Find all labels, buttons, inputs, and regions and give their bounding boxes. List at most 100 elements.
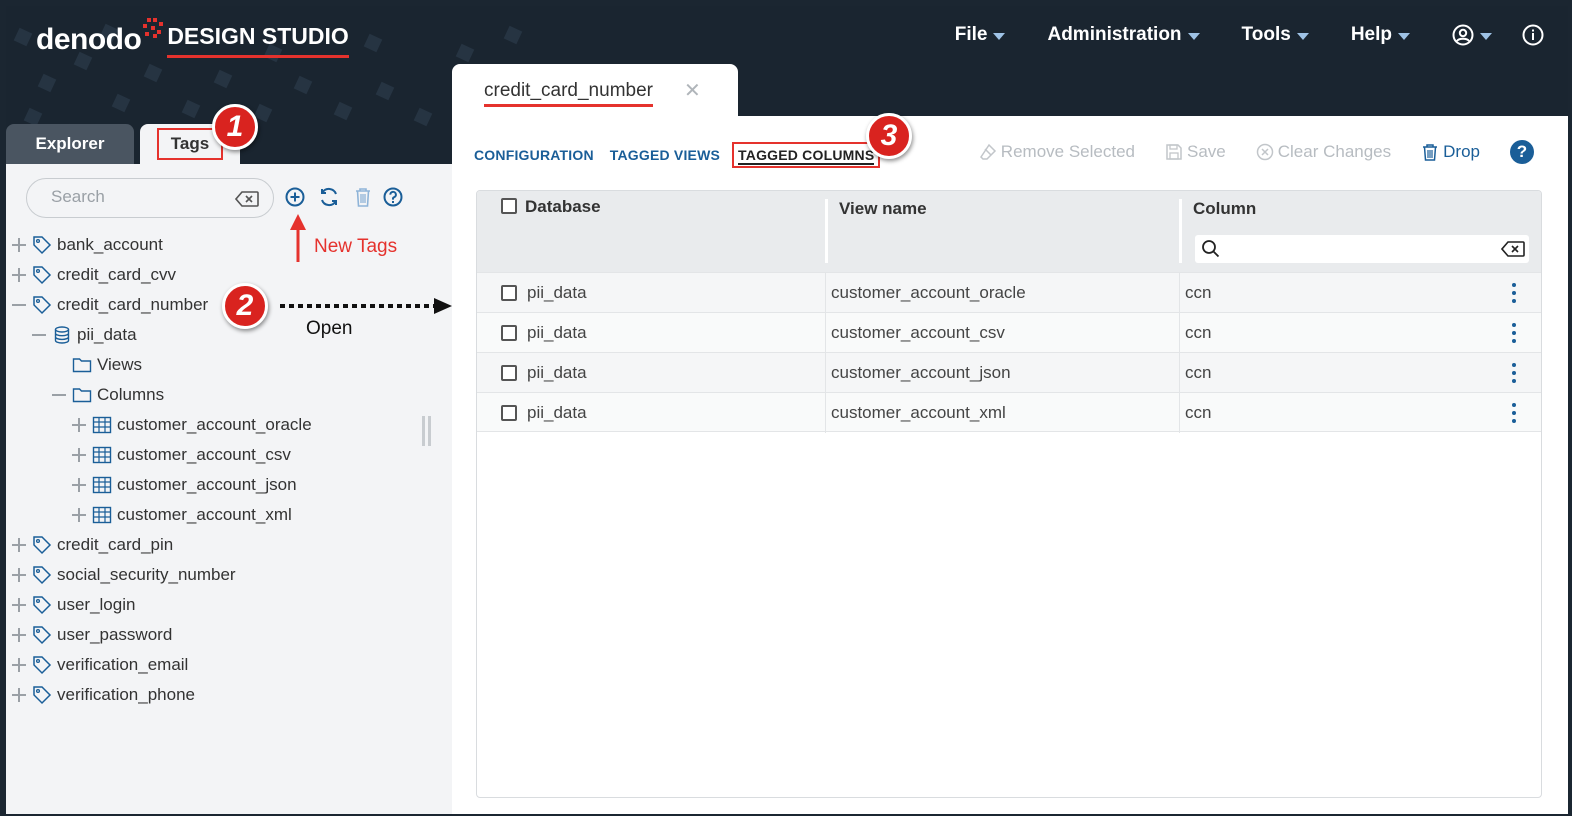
table-row[interactable]: pii_data customer_account_csv ccn (477, 312, 1541, 353)
add-tag-icon[interactable] (284, 186, 306, 208)
tree-item-user-login[interactable]: user_login (12, 590, 135, 620)
column-divider[interactable] (1179, 199, 1182, 263)
row-menu-icon[interactable] (1511, 403, 1517, 423)
tab-tagged-views[interactable]: TAGGED VIEWS (610, 147, 720, 163)
tab-explorer[interactable]: Explorer (6, 124, 134, 164)
close-icon[interactable]: ✕ (684, 78, 701, 103)
help-icon[interactable] (382, 186, 404, 208)
expand-icon[interactable] (72, 418, 86, 432)
row-checkbox[interactable] (501, 405, 517, 421)
expand-icon[interactable] (12, 688, 26, 702)
app-window: denodo DESIGN STUDIO File Administration… (0, 0, 1572, 816)
caret-down-icon (1187, 32, 1200, 40)
refresh-icon[interactable] (318, 186, 340, 208)
expand-icon[interactable] (72, 508, 86, 522)
expand-icon[interactable] (12, 538, 26, 552)
tree-item-social-security-number[interactable]: social_security_number (12, 560, 236, 590)
expand-icon[interactable] (72, 448, 86, 462)
expand-icon[interactable] (12, 658, 26, 672)
clear-filter-icon[interactable] (1501, 241, 1525, 257)
collapse-icon[interactable] (12, 298, 26, 312)
tree-item-verification-email[interactable]: verification_email (12, 650, 188, 680)
caret-down-icon (1398, 32, 1410, 40)
header-view-name[interactable]: View name (839, 199, 927, 281)
panel-resize-handle[interactable] (420, 416, 432, 446)
menu-help-label: Help (1350, 24, 1392, 45)
info-button[interactable] (1522, 24, 1544, 46)
clear-changes-button[interactable]: Clear Changes (1256, 142, 1391, 162)
tree-item-customer-account-csv[interactable]: customer_account_csv (72, 440, 291, 470)
tab-tagged-columns[interactable]: TAGGED COLUMNS (732, 142, 881, 168)
table-row[interactable]: pii_data customer_account_xml ccn (477, 392, 1541, 433)
row-checkbox[interactable] (501, 365, 517, 381)
table-header: Database View name Column (477, 191, 1541, 273)
tree-item-label: customer_account_oracle (117, 415, 312, 434)
tag-search-input[interactable] (51, 187, 221, 207)
tree-item-bank-account[interactable]: bank_account (12, 230, 163, 260)
row-checkbox[interactable] (501, 285, 517, 301)
tag-icon (32, 655, 52, 675)
clear-search-icon[interactable] (235, 191, 259, 207)
tree-item-label: credit_card_number (57, 295, 209, 314)
table-row[interactable]: pii_data customer_account_oracle ccn (477, 272, 1541, 313)
doc-tab-title: credit_card_number (484, 80, 653, 107)
tree-item-views[interactable]: Views (72, 350, 142, 380)
select-all-checkbox[interactable] (501, 198, 517, 214)
tree-item-credit-card-number[interactable]: credit_card_number (12, 290, 208, 320)
expand-icon[interactable] (72, 478, 86, 492)
tree-item-user-password[interactable]: user_password (12, 620, 172, 650)
table-icon (92, 415, 112, 435)
tree-item-customer-account-xml[interactable]: customer_account_xml (72, 500, 292, 530)
user-icon (1452, 24, 1474, 46)
row-menu-icon[interactable] (1511, 363, 1517, 383)
drop-label: Drop (1443, 142, 1480, 161)
tree-item-credit-card-pin[interactable]: credit_card_pin (12, 530, 173, 560)
tree-item-label: credit_card_cvv (57, 265, 177, 284)
menu-tools-label: Tools (1241, 24, 1291, 45)
expand-icon[interactable] (12, 238, 26, 252)
cell-divider (825, 313, 826, 353)
header-database[interactable]: Database (501, 197, 601, 279)
remove-selected-button[interactable]: Remove Selected (979, 142, 1135, 162)
tree-item-label: verification_phone (57, 685, 195, 704)
expand-icon[interactable] (12, 628, 26, 642)
tree-item-label: customer_account_xml (117, 505, 292, 524)
menu-file[interactable]: File (955, 24, 1006, 46)
info-icon (1522, 24, 1544, 46)
header-view-name-label: View name (839, 199, 927, 218)
tree-item-pii-data[interactable]: pii_data (32, 320, 137, 350)
tab-tagged-columns-label: TAGGED COLUMNS (738, 147, 875, 165)
tree-item-label: bank_account (57, 235, 163, 254)
tree-item-customer-account-json[interactable]: customer_account_json (72, 470, 297, 500)
table-row[interactable]: pii_data customer_account_json ccn (477, 352, 1541, 393)
tree-item-label: Views (97, 355, 143, 374)
trash-icon[interactable] (352, 186, 374, 208)
expand-icon[interactable] (12, 568, 26, 582)
row-menu-icon[interactable] (1511, 323, 1517, 343)
tree-item-verification-phone[interactable]: verification_phone (12, 680, 195, 710)
tab-configuration[interactable]: CONFIGURATION (474, 147, 594, 163)
tree-item-customer-account-oracle[interactable]: customer_account_oracle (72, 410, 312, 440)
menu-help[interactable]: Help (1351, 24, 1410, 46)
collapse-icon[interactable] (52, 388, 66, 402)
tree-item-label: pii_data (77, 325, 137, 344)
collapse-icon[interactable] (32, 328, 46, 342)
menu-administration[interactable]: Administration (1047, 24, 1200, 46)
menu-tools[interactable]: Tools (1242, 24, 1309, 46)
column-filter-input[interactable] (1195, 235, 1529, 263)
drop-button[interactable]: Drop (1421, 142, 1480, 162)
tree-item-credit-card-cvv[interactable]: credit_card_cvv (12, 260, 176, 290)
expand-icon[interactable] (12, 268, 26, 282)
row-menu-icon[interactable] (1511, 283, 1517, 303)
save-button[interactable]: Save (1165, 142, 1226, 162)
help-icon[interactable]: ? (1510, 140, 1534, 164)
expand-icon[interactable] (12, 598, 26, 612)
doc-tab-credit-card-number[interactable]: credit_card_number ✕ (452, 64, 738, 118)
row-checkbox[interactable] (501, 325, 517, 341)
cell-divider (825, 393, 826, 433)
folder-icon (72, 355, 92, 375)
cell-divider (825, 273, 826, 313)
user-menu[interactable] (1452, 24, 1492, 46)
tree-item-columns[interactable]: Columns (52, 380, 164, 410)
column-divider[interactable] (825, 199, 828, 263)
